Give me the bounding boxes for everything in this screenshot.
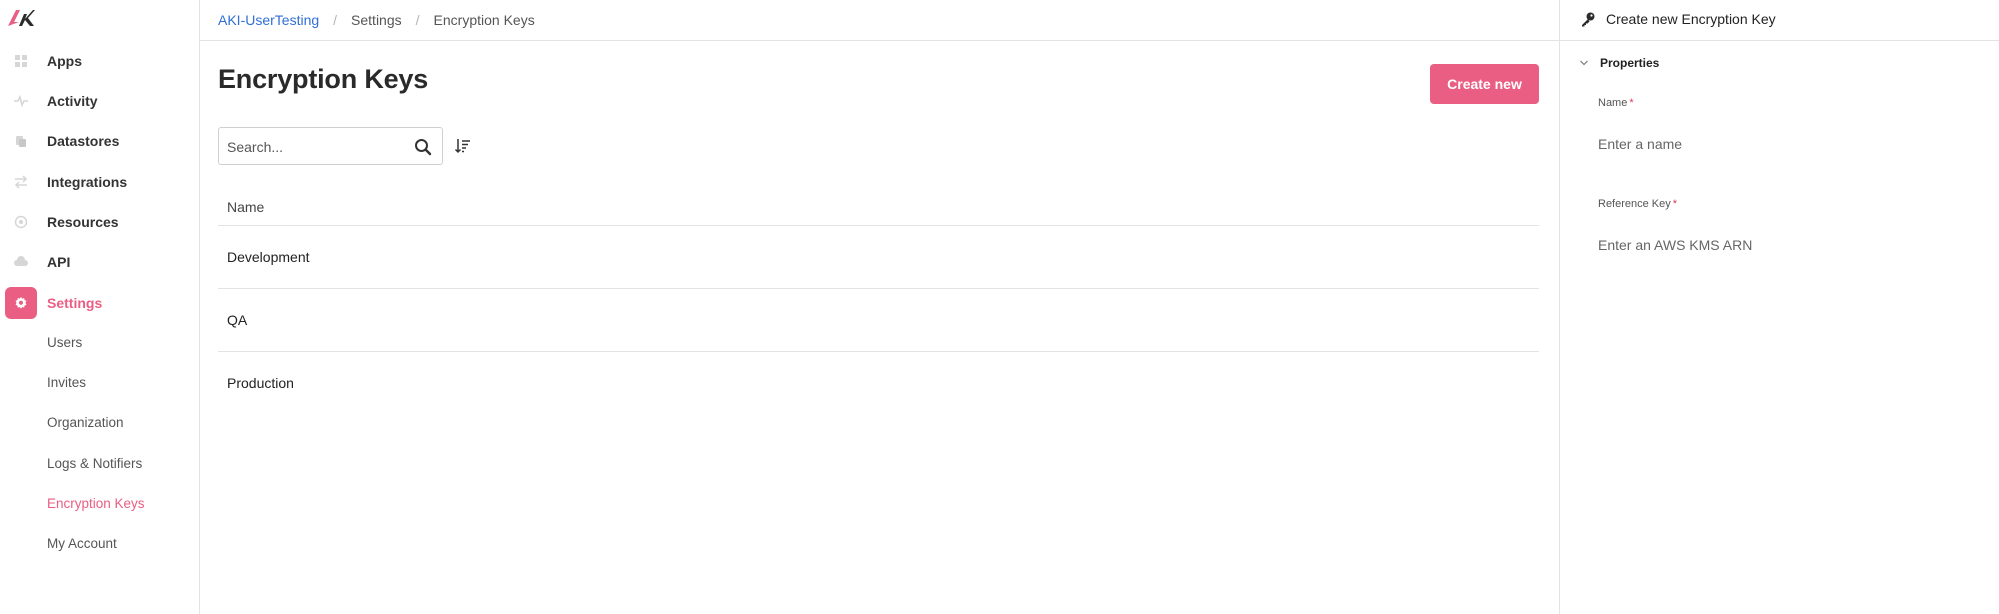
properties-section-toggle[interactable]: Properties [1578,54,1659,72]
table-row[interactable]: QA [218,289,1539,352]
breadcrumb-item-current: Encryption Keys [433,12,535,28]
column-header-name[interactable]: Name [218,190,1539,226]
arrows-icon [5,166,37,198]
sidebar-subitem-organization[interactable]: Organization [47,415,124,430]
name-field-label-text: Name [1598,97,1628,109]
required-marker: * [1629,97,1634,109]
table-row[interactable]: Production [218,352,1539,415]
globe-icon [5,206,37,238]
sidebar-item-datastores[interactable]: Datastores [0,123,200,159]
sidebar-item-label: Apps [47,53,82,69]
sidebar-item-activity[interactable]: Activity [0,83,200,119]
create-key-panel: Create new Encryption Key Properties Nam… [1559,0,1999,614]
keys-table: Name Development QA Production [218,190,1539,415]
panel-header: Create new Encryption Key [1560,0,1999,41]
reference-key-field[interactable] [1598,233,1978,257]
breadcrumb-separator: / [333,12,338,28]
breadcrumb-separator: / [415,12,420,28]
required-marker: * [1672,198,1678,210]
sidebar-item-label: Settings [47,295,103,311]
sidebar-item-label: API [47,254,71,270]
table-row[interactable]: Development [218,226,1539,289]
sidebar-item-integrations[interactable]: Integrations [0,164,200,200]
sidebar-item-apps[interactable]: Apps [0,43,200,79]
database-icon [5,125,37,157]
pulse-icon [5,85,37,117]
reference-key-field-label: Reference Key * [1598,198,1677,210]
sidebar-subitem-logs-notifiers[interactable]: Logs & Notifiers [47,456,142,471]
sidebar-item-api[interactable]: API [0,244,200,280]
cloud-icon [5,246,37,278]
breadcrumb-item-workspace[interactable]: AKI-UserTesting [218,12,319,28]
sort-icon[interactable] [454,137,472,155]
search-box [218,127,443,165]
sidebar-subitem-encryption-keys[interactable]: Encryption Keys [47,496,145,511]
sidebar-item-resources[interactable]: Resources [0,204,200,240]
sidebar-subitem-my-account[interactable]: My Account [47,536,117,551]
name-field[interactable] [1598,132,1978,156]
properties-section-label: Properties [1600,56,1660,70]
page-title: Encryption Keys [218,64,429,94]
create-new-button[interactable]: Create new [1430,64,1539,104]
gear-icon [5,287,37,319]
sidebar-item-settings[interactable]: Settings [0,285,200,321]
sidebar-item-label: Integrations [47,174,128,190]
sidebar-item-label: Resources [47,214,119,230]
panel-title: Create new Encryption Key [1606,11,1776,27]
sidebar-subitem-invites[interactable]: Invites [47,375,86,390]
logo[interactable] [7,8,35,28]
name-field-label: Name * [1598,97,1634,109]
sidebar: Apps Activity Datastores Integrations Re… [0,0,200,614]
key-icon [1582,12,1595,27]
breadcrumb-item-settings[interactable]: Settings [351,12,402,28]
grid-icon [5,45,37,77]
search-input[interactable] [227,137,407,157]
chevron-down-icon [1580,60,1588,66]
sidebar-item-label: Datastores [47,133,120,149]
breadcrumb: AKI-UserTesting / Settings / Encryption … [200,0,1559,41]
sidebar-item-label: Activity [47,93,98,109]
reference-key-field-label-text: Reference Key [1598,198,1671,210]
sidebar-subitem-users[interactable]: Users [47,335,82,350]
search-icon[interactable] [414,138,432,156]
